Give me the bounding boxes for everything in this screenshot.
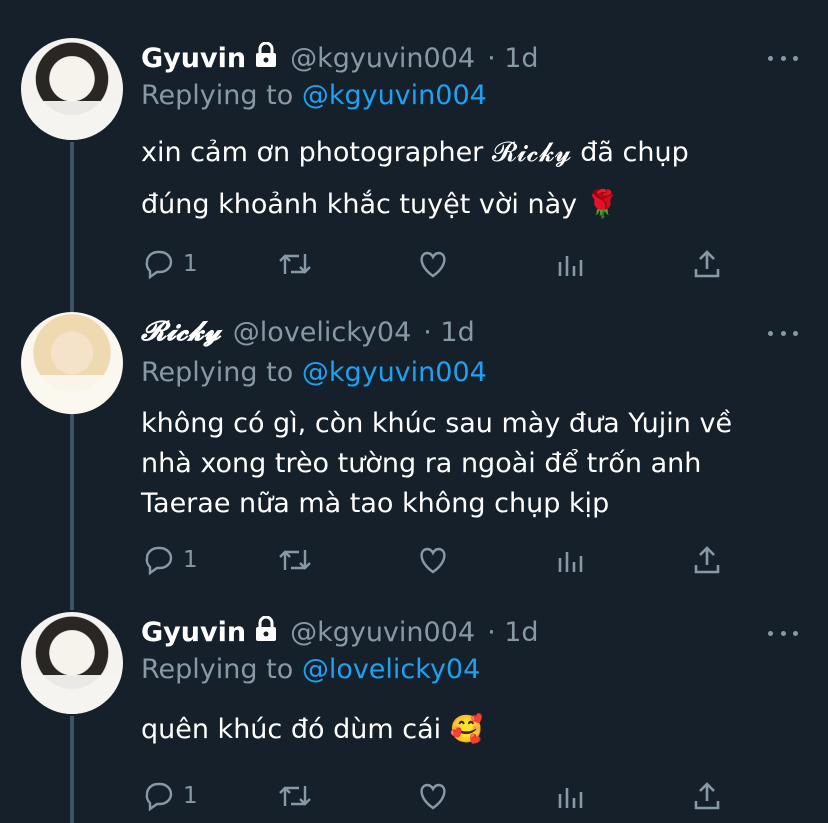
tweet-header: 𝓡𝓲𝓬𝓴𝔂 @lovelicky04 · 1d	[141, 314, 475, 350]
action-bar: 1	[141, 540, 741, 580]
avatar-shade	[21, 101, 123, 140]
replying-label: Replying to	[141, 80, 294, 111]
tweet-header: Gyuvin @kgyuvin004 · 1d	[141, 614, 539, 650]
reply-icon	[145, 546, 173, 576]
retweet-button[interactable]	[277, 540, 313, 580]
tweet-text-line: đúng khoảnh khắc tuyệt vời này 🌹	[141, 189, 620, 220]
action-bar: 1	[141, 244, 741, 284]
author-handle[interactable]: @kgyuvin004	[290, 617, 475, 648]
like-button[interactable]	[417, 540, 449, 580]
replying-to: Replying to @lovelicky04	[141, 654, 480, 685]
share-icon	[694, 782, 720, 810]
retweet-icon	[279, 254, 311, 274]
replying-label: Replying to	[141, 654, 294, 685]
tweet[interactable]: Gyuvin @kgyuvin004 · 1d Replying to @lov…	[0, 600, 828, 823]
tweet-header: Gyuvin @kgyuvin004 · 1d	[141, 40, 539, 76]
more-icon[interactable]	[768, 318, 798, 348]
author-name[interactable]: 𝓡𝓲𝓬𝓴𝔂	[141, 316, 221, 348]
share-button[interactable]	[691, 244, 723, 284]
tweet-body: xin cảm ơn photographer 𝓡𝓲𝓬𝓴𝔂 đã chụp đú…	[141, 127, 801, 231]
retweet-button[interactable]	[277, 776, 313, 816]
share-button[interactable]	[691, 540, 723, 580]
tweet[interactable]: Gyuvin @kgyuvin004 · 1d Replying to @kgy…	[0, 0, 828, 300]
analytics-icon	[558, 256, 583, 276]
avatar[interactable]	[21, 612, 123, 714]
action-bar: 1	[141, 776, 741, 816]
tweet-time[interactable]: · 1d	[487, 617, 538, 648]
lock-icon	[254, 615, 278, 649]
reply-count: 1	[183, 547, 198, 573]
heart-icon	[420, 547, 446, 574]
author-handle[interactable]: @kgyuvin004	[290, 43, 475, 74]
author-name[interactable]: Gyuvin	[141, 617, 246, 648]
tweet-time[interactable]: · 1d	[423, 317, 474, 348]
heart-icon	[420, 783, 446, 810]
like-button[interactable]	[417, 244, 449, 284]
heart-icon	[420, 251, 446, 278]
replying-to: Replying to @kgyuvin004	[141, 357, 487, 388]
lock-icon	[254, 41, 278, 75]
retweet-icon	[279, 550, 311, 570]
reply-icon	[145, 250, 173, 280]
more-icon[interactable]	[768, 618, 798, 648]
replying-to: Replying to @kgyuvin004	[141, 80, 487, 111]
more-icon[interactable]	[768, 43, 798, 73]
analytics-icon	[558, 552, 583, 572]
share-icon	[694, 546, 720, 574]
avatar-shade	[21, 375, 123, 414]
mention-link[interactable]: @kgyuvin004	[302, 80, 487, 111]
tweet-text-line: không có gì, còn khúc sau mày đưa Yujin …	[141, 408, 733, 439]
avatar[interactable]	[21, 38, 123, 140]
reply-icon	[145, 782, 173, 812]
avatar[interactable]	[21, 312, 123, 414]
tweet-body: quên khúc đó dùm cái 🥰	[141, 710, 801, 750]
analytics-button[interactable]	[555, 244, 587, 284]
tweet-text-line: quên khúc đó dùm cái 🥰	[141, 714, 484, 745]
reply-button[interactable]: 1	[143, 540, 198, 580]
mention-link[interactable]: @kgyuvin004	[302, 357, 487, 388]
retweet-button[interactable]	[277, 244, 313, 284]
share-button[interactable]	[691, 776, 723, 816]
analytics-icon	[558, 788, 583, 808]
analytics-button[interactable]	[555, 540, 587, 580]
tweet-time[interactable]: · 1d	[487, 43, 538, 74]
mention-link[interactable]: @lovelicky04	[302, 654, 480, 685]
reply-button[interactable]: 1	[143, 244, 198, 284]
tweet[interactable]: 𝓡𝓲𝓬𝓴𝔂 @lovelicky04 · 1d Replying to @kgy…	[0, 300, 828, 600]
author-handle[interactable]: @lovelicky04	[233, 317, 411, 348]
tweet-body: không có gì, còn khúc sau mày đưa Yujin …	[141, 404, 801, 524]
avatar-shade	[21, 675, 123, 714]
share-icon	[694, 250, 720, 278]
retweet-icon	[279, 786, 311, 806]
tweet-text-line: xin cảm ơn photographer 𝓡𝓲𝓬𝓴𝔂 đã chụp	[141, 137, 689, 168]
reply-button[interactable]: 1	[143, 776, 198, 816]
tweet-text-line: Taerae nữa mà tao không chụp kịp	[141, 488, 610, 519]
reply-count: 1	[183, 783, 198, 809]
reply-count: 1	[183, 251, 198, 277]
replying-label: Replying to	[141, 357, 294, 388]
analytics-button[interactable]	[555, 776, 587, 816]
like-button[interactable]	[417, 776, 449, 816]
tweet-text-line: nhà xong trèo tường ra ngoài để trốn anh	[141, 448, 702, 479]
author-name[interactable]: Gyuvin	[141, 43, 246, 74]
